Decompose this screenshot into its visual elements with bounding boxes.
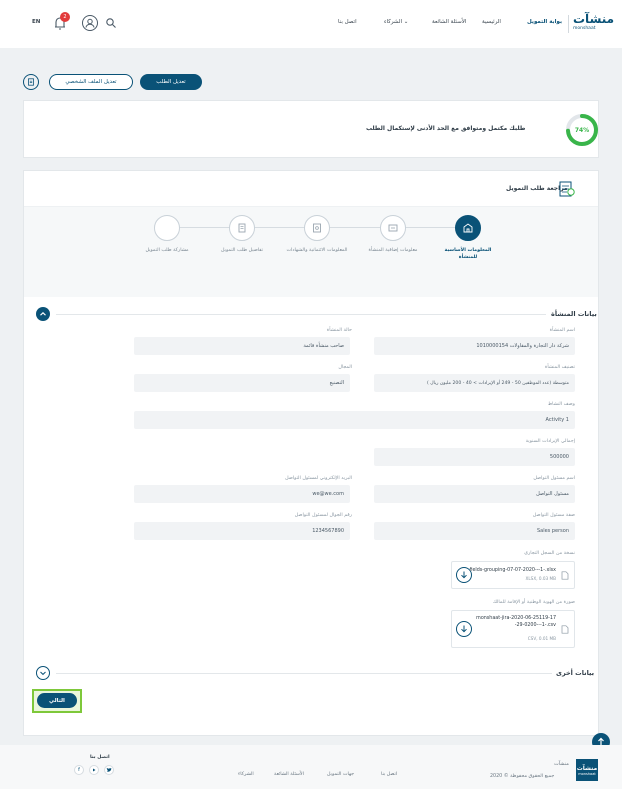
copyright: جميع الحقوق محفوظة © 2020: [490, 774, 555, 779]
classification-field: متوسطة (عدد الموظفين 50 - 249 أو الإيراد…: [374, 374, 575, 392]
email-label: البريد الإلكتروني لمسئول التواصل: [285, 476, 352, 481]
facebook-icon[interactable]: f: [74, 765, 84, 775]
review-header: مراجعة طلب التمويل: [24, 171, 598, 207]
status-field: صاحب منشأة قائمة: [134, 337, 350, 355]
collapse-section-button[interactable]: [36, 307, 50, 321]
language-toggle[interactable]: EN: [32, 19, 40, 25]
contact-name-label: اسم مسئول التواصل: [533, 476, 575, 481]
file-meta: XLSX, 0.03 MB: [525, 576, 556, 581]
divider: [56, 673, 552, 674]
search-icon: [106, 18, 116, 28]
email-field: we@we.com: [134, 485, 350, 503]
revenue-label: إجمالي الإيرادات السنوية: [525, 439, 575, 444]
sector-label: المجال: [338, 365, 352, 370]
footer-link-faq[interactable]: الأسئلة الشائعة: [274, 772, 304, 777]
activity-field: Activity 1: [134, 411, 575, 429]
step-share-request[interactable]: [154, 215, 180, 241]
cr-copy-label: نسخة من السجل التجاري: [524, 551, 575, 556]
activity-label: وصف النشاط: [547, 402, 575, 407]
nav-home[interactable]: الرئيسية: [482, 19, 501, 25]
edit-profile-button[interactable]: تعديل الملف الشخصي: [49, 74, 133, 90]
classification-label: تصنيف المنشأة: [544, 365, 575, 370]
download-icon: [461, 625, 467, 633]
user-menu-button[interactable]: [82, 15, 98, 31]
footer-link-partners[interactable]: الشركاء: [238, 772, 254, 777]
chevron-down-icon: [40, 671, 46, 676]
header: EN 2 اتصل بنا الشركاء ⌄ الأسئلة الشائعة …: [0, 0, 622, 48]
step-basic-info[interactable]: [455, 215, 481, 241]
step-additional-info[interactable]: [380, 215, 406, 241]
file-meta: CSV, 0.01 MB: [527, 636, 556, 641]
file-icon: [561, 625, 569, 634]
progress-percent: 74%: [575, 127, 589, 134]
footer-logo: منشآت monshaat: [576, 759, 598, 781]
footer-link-funders[interactable]: جهات التمويل: [327, 772, 354, 777]
file-icon: [561, 571, 569, 580]
search-button[interactable]: [105, 17, 117, 29]
review-card: مراجعة طلب التمويل المعلومات الأساسية لل…: [23, 170, 599, 736]
logo[interactable]: منشآت monshaat: [573, 12, 614, 32]
contact-name-field: مسئول التواصل: [374, 485, 575, 503]
notification-badge: 2: [60, 12, 70, 22]
contact-role-field: Sales person: [374, 522, 575, 540]
other-section-title: بيانات أخرى: [556, 669, 595, 677]
edit-request-button[interactable]: تعديل الطلب: [140, 74, 202, 90]
document-icon: [28, 78, 34, 86]
nav-portal[interactable]: بوابة التمويل: [527, 19, 562, 25]
section-title: بيانات المنشأة: [551, 310, 597, 318]
youtube-icon[interactable]: [89, 765, 99, 775]
certificate-icon: [313, 223, 321, 233]
footer-logo-text: منشآت: [554, 761, 569, 767]
footer: اتصل بنا f الشركاء الأسئلة الشائعة جهات …: [0, 745, 622, 789]
step-financing-details[interactable]: [229, 215, 255, 241]
expand-section-button[interactable]: [36, 666, 50, 680]
revenue-field: 500000: [374, 448, 575, 466]
file-card: fields-grouping-07-07-2020---1-.xlsx XLS…: [451, 561, 575, 589]
next-button[interactable]: التالي: [37, 693, 77, 708]
divider: [568, 15, 569, 33]
id-copy-label: صورة من الهوية الوطنية أو الإقامة للمالك: [492, 600, 575, 605]
nav-faq[interactable]: الأسئلة الشائعة: [432, 19, 466, 25]
chevron-up-icon: [40, 312, 46, 316]
step-credit-info[interactable]: [304, 215, 330, 241]
review-doc-icon: [558, 180, 576, 198]
sector-field: التصنيع: [134, 374, 350, 392]
mobile-label: رقم الجوال لمسئول التواصل: [294, 513, 352, 518]
progress-card: طلبك مكتمل ومتوافق مع الحد الأدنى لإستكم…: [23, 100, 599, 158]
step-label: مشاركة طلب التمويل: [145, 248, 189, 253]
footer-contact-title: اتصل بنا: [90, 755, 110, 760]
notifications-button[interactable]: 2: [51, 12, 70, 32]
download-button[interactable]: [456, 621, 472, 637]
progress-ring: 74%: [566, 114, 598, 146]
building-icon: [463, 223, 473, 233]
twitter-icon[interactable]: [104, 765, 114, 775]
step-label: المعلومات الأساسية للمنشأة: [444, 248, 492, 260]
file-card: monshaat-jira-2020-06-25119-17-29-0200--…: [451, 610, 575, 648]
chevron-down-icon: ⌄: [403, 19, 409, 25]
progress-message: طلبك مكتمل ومتوافق مع الحد الأدنى لإستكم…: [366, 125, 526, 132]
print-button[interactable]: [23, 74, 39, 90]
user-icon: [85, 18, 95, 28]
step-label: معلومات إضافية المنشأة: [368, 248, 418, 253]
step-label: المعلومات الائتمانية والشهادات: [286, 248, 348, 253]
footer-link-contact[interactable]: اتصل بنا: [381, 772, 397, 777]
file-name[interactable]: fields-grouping-07-07-2020---1-.xlsx: [469, 568, 556, 573]
info-card-icon: [388, 224, 398, 232]
file-name[interactable]: monshaat-jira-2020-06-25119-17-29-0200--…: [476, 616, 556, 629]
step-label: تفاصيل طلب التمويل: [220, 248, 263, 253]
nav-partners[interactable]: الشركاء ⌄: [384, 19, 408, 25]
nav-contact[interactable]: اتصل بنا: [338, 19, 357, 25]
divider: [56, 314, 546, 315]
document-icon: [238, 223, 246, 233]
stepper: المعلومات الأساسية للمنشأة معلومات إضافي…: [24, 207, 598, 297]
mobile-field: 1234567890: [134, 522, 350, 540]
contact-role-label: صفة مسئول التواصل: [532, 513, 575, 518]
company-name-field: شركة دار التجارة والمقاولات 1010000154: [374, 337, 575, 355]
status-label: حالة المنشأة: [326, 328, 352, 333]
company-name-label: اسم المنشأة: [549, 328, 575, 333]
